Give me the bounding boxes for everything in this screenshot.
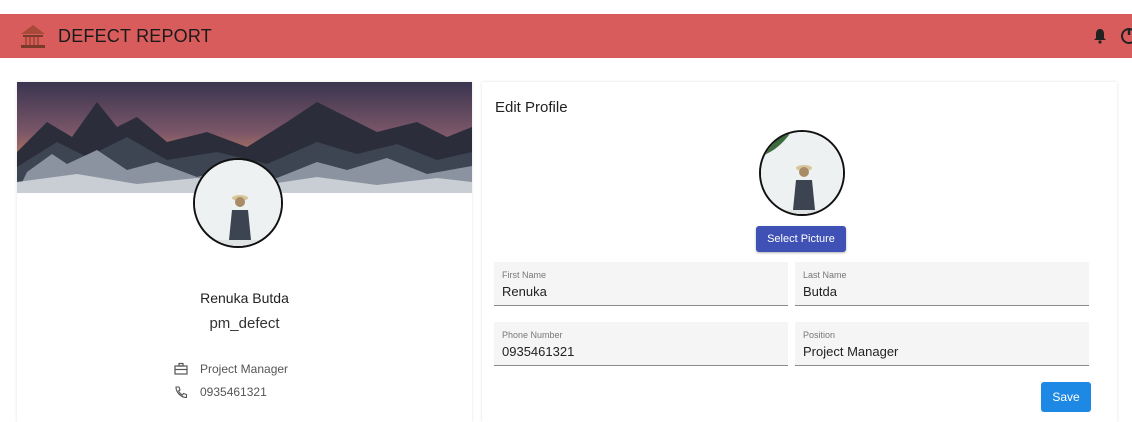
profile-position-row: Project Manager [174,362,288,376]
profile-username: pm_defect [209,315,280,332]
select-picture-button[interactable]: Select Picture [756,226,846,252]
briefcase-icon [174,362,188,375]
last-name-label: Last Name [803,270,847,280]
edit-profile-card: Edit Profile Select Picture First Name R… [482,82,1117,422]
position-value[interactable]: Project Manager [803,344,898,359]
power-icon[interactable] [1120,27,1132,45]
edit-avatar-preview [759,130,845,216]
last-name-field[interactable]: Last Name Butda [795,262,1089,306]
first-name-label: First Name [502,270,547,280]
phone-number-field[interactable]: Phone Number 0935461321 [494,322,788,366]
phone-number-value[interactable]: 0935461321 [502,344,574,359]
edit-profile-title: Edit Profile [495,99,568,116]
first-name-value[interactable]: Renuka [502,284,547,299]
last-name-value[interactable]: Butda [803,284,837,299]
profile-position: Project Manager [200,362,289,376]
phone-number-label: Phone Number [502,330,563,340]
first-name-field[interactable]: First Name Renuka [494,262,788,306]
save-button[interactable]: Save [1041,382,1091,412]
app-header: DEFECT REPORT [0,14,1132,58]
building-icon[interactable] [18,24,48,50]
profile-avatar [193,158,283,248]
bell-icon[interactable] [1093,28,1107,44]
app-title: DEFECT REPORT [58,26,212,46]
profile-phone: 0935461321 [200,385,267,399]
position-label: Position [803,330,836,340]
profile-phone-row: 0935461321 [174,385,267,399]
profile-card: Renuka Butda pm_defect Project Manager 0… [17,82,472,422]
profile-full-name: Renuka Butda [200,290,289,306]
position-field[interactable]: Position Project Manager [795,322,1089,366]
phone-icon [175,386,188,399]
